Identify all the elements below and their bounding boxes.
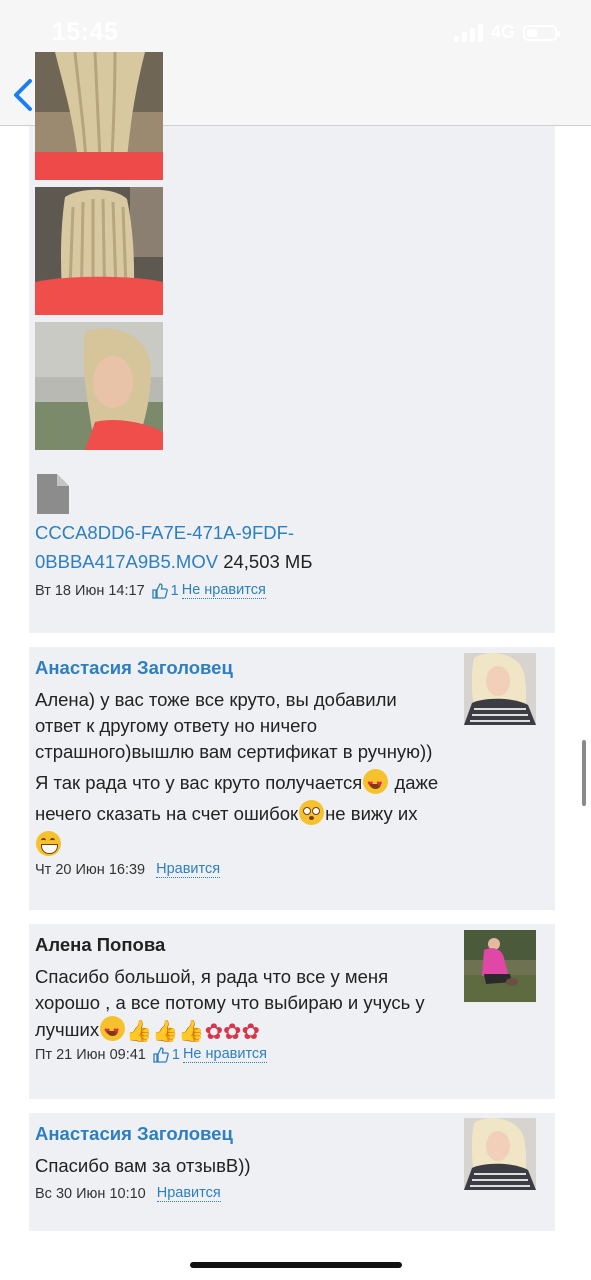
comment-card: Анастасия Заголовец Спасибо вам за отзыв…	[29, 1113, 555, 1231]
comment-line: ответ к другому ответу но ничего	[35, 715, 318, 736]
comment-meta: Чт 20 Июн 16:39 Нравится	[35, 861, 221, 878]
comment-date: Вс 30 Июн 10:10	[35, 1185, 146, 1202]
comment-line: нечего сказать на счет ошибок не вижу их	[35, 800, 465, 827]
post-card: CCCA8DD6-FA7E-471A-9FDF- 0BBBA417A9B5.MOV…	[29, 52, 555, 633]
thumbs-up-emoji: 👍	[178, 1020, 205, 1043]
grinning-emoji	[36, 831, 61, 856]
comment-author[interactable]: Алена Попова	[35, 934, 165, 956]
comment-date: Чт 20 Июн 16:39	[35, 861, 146, 878]
like-button[interactable]: Нравится	[156, 1185, 221, 1202]
chevron-left-icon	[14, 79, 32, 111]
flower-emoji: ✿	[223, 1019, 242, 1044]
like-label: Не нравится	[181, 582, 266, 599]
comment-author[interactable]: Анастасия Заголовец	[35, 657, 233, 679]
flower-emoji: ✿	[204, 1019, 224, 1044]
post-meta: Вт 18 Июн 14:17 1 Не нравится	[35, 582, 266, 599]
status-indicators: 4G	[453, 22, 560, 43]
like-count: 1	[170, 582, 179, 599]
comment-line: Алена) у вас тоже все круто, вы добавили	[35, 689, 397, 710]
heart-eyes-emoji	[363, 769, 389, 798]
comment-line: страшного)вышлю вам сертификат в ручную)…	[35, 741, 433, 762]
comment-card: Алена Попова Спасибо большой, я рада что…	[29, 924, 555, 1099]
scrollbar[interactable]	[582, 740, 586, 806]
comment-text: Алена) у вас тоже все круто, вы добавили…	[35, 687, 465, 858]
like-button[interactable]: Нравится	[156, 861, 221, 878]
unlike-button[interactable]: 1 Не нравится	[153, 1046, 268, 1063]
comment-card: Анастасия Заголовец Алена) у вас тоже вс…	[29, 647, 555, 910]
file-name-part2: 0BBBA417A9B5.MOV	[35, 551, 219, 572]
comment-meta: Пт 21 Июн 09:41 1 Не нравится	[35, 1046, 268, 1063]
network-type: 4G	[490, 22, 515, 42]
avatar[interactable]	[464, 1118, 536, 1190]
photo-thumbnail[interactable]	[35, 52, 163, 180]
signal-icon	[453, 23, 483, 42]
comment-author[interactable]: Анастасия Заголовец	[35, 1123, 233, 1145]
comment-line: Спасибо вам за отзывВ))	[35, 1155, 251, 1176]
comment-date: Пт 21 Июн 09:41	[35, 1046, 146, 1063]
comment-meta: Вс 30 Июн 10:10 Нравится	[35, 1185, 221, 1202]
file-name-part1: CCCA8DD6-FA7E-471A-9FDF-	[35, 522, 295, 543]
flower-emoji: ✿	[241, 1019, 260, 1044]
comment-line-part: Я так рада что у вас круто получается	[35, 772, 363, 793]
comment-line-part: даже	[389, 772, 439, 793]
comment-text: Спасибо вам за отзывВ))	[35, 1153, 465, 1179]
thumbs-up-icon	[151, 582, 168, 599]
status-time: 15:45	[52, 18, 119, 46]
file-size: 24,503 МБ	[223, 551, 313, 572]
like-count: 1	[171, 1046, 180, 1063]
comment-line-part: не вижу их	[325, 803, 418, 824]
heart-eyes-emoji	[100, 1016, 126, 1045]
file-icon[interactable]	[37, 474, 69, 519]
thumbs-up-emoji: 👍	[152, 1020, 179, 1043]
home-indicator[interactable]	[190, 1262, 402, 1268]
comment-line: Спасибо большой, я рада что все у меня	[35, 966, 389, 987]
like-label: Не нравится	[182, 1046, 268, 1063]
post-date: Вт 18 Июн 14:17	[35, 582, 145, 599]
battery-icon	[523, 24, 560, 41]
comment-text: Спасибо большой, я рада что все у меня х…	[35, 964, 465, 1045]
photo-thumbnail[interactable]	[35, 187, 163, 315]
unlike-button[interactable]: 1 Не нравится	[151, 582, 266, 599]
comment-line: лучших👍👍👍✿✿✿	[35, 1016, 465, 1045]
comment-line: хорошо , а все потому что выбираю и учус…	[35, 992, 425, 1013]
back-button[interactable]	[10, 78, 38, 112]
thumbs-up-icon	[153, 1046, 169, 1063]
comment-line	[35, 831, 465, 858]
comment-line-part: лучших	[35, 1019, 100, 1040]
comment-line-part: нечего сказать на счет ошибок	[35, 803, 299, 824]
thumbs-up-emoji: 👍	[126, 1020, 153, 1043]
avatar[interactable]	[464, 930, 536, 1002]
comment-line: Я так рада что у вас круто получается да…	[35, 769, 465, 798]
file-attachment: CCCA8DD6-FA7E-471A-9FDF- 0BBBA417A9B5.MOV…	[35, 518, 535, 576]
photo-thumbnail[interactable]	[35, 322, 163, 450]
flushed-emoji	[299, 800, 325, 825]
avatar[interactable]	[464, 653, 536, 725]
